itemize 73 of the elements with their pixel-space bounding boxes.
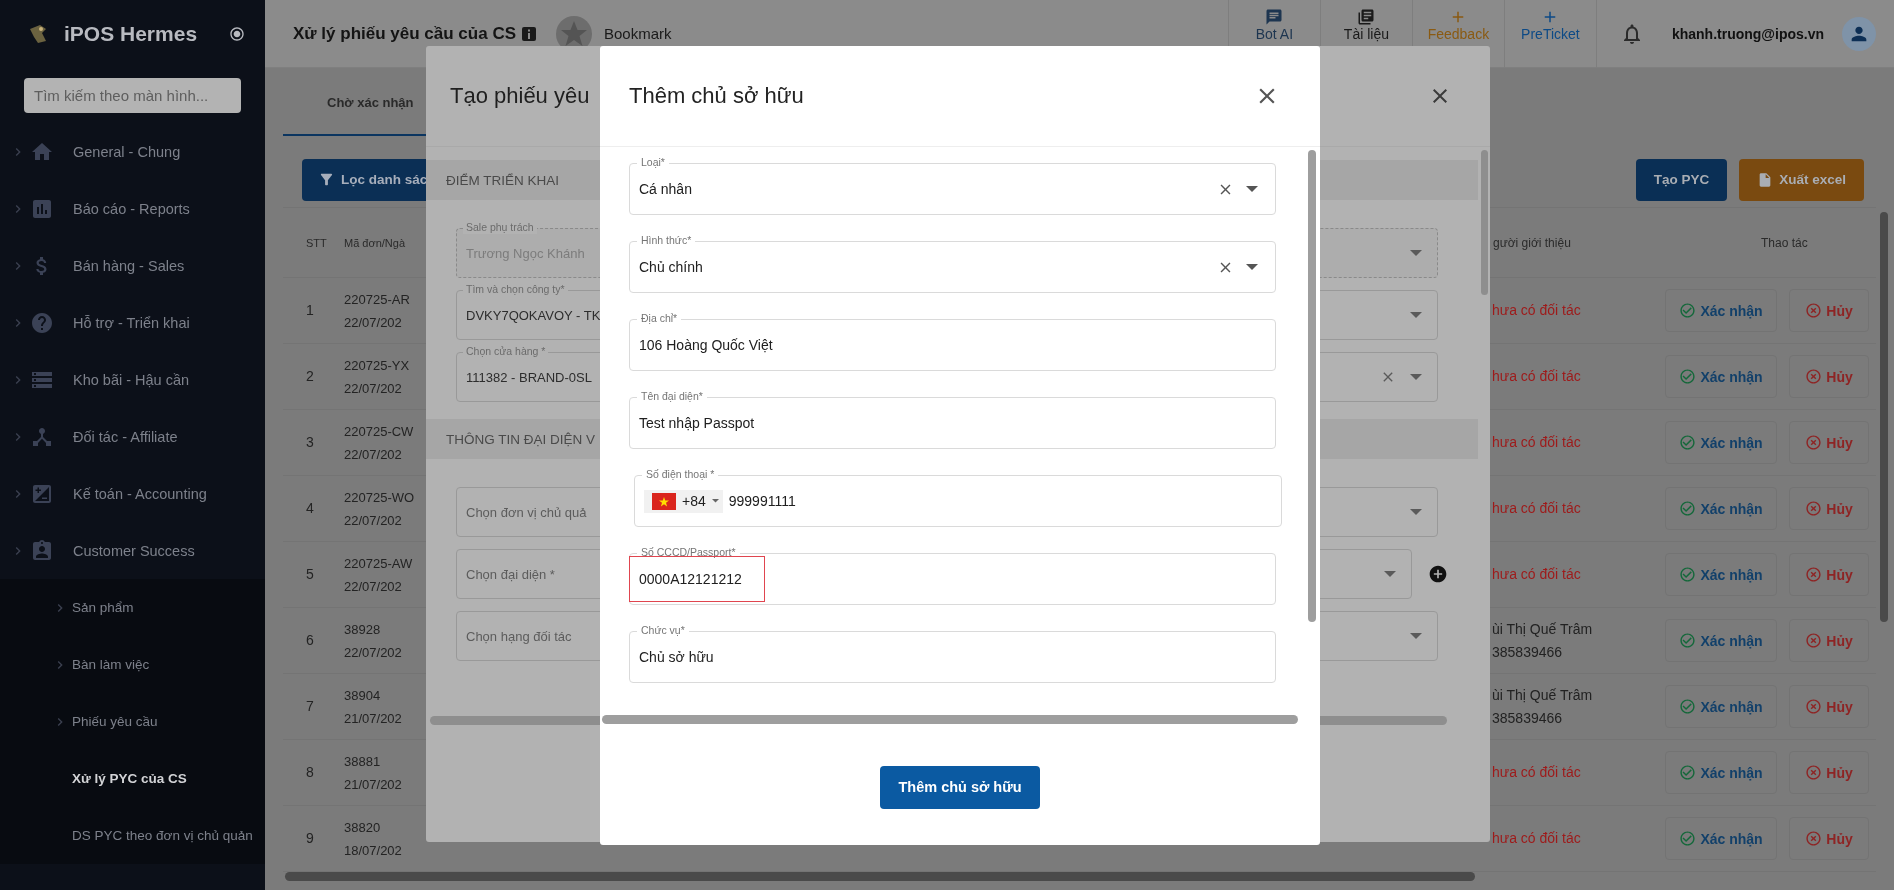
sidebar-label: Hỗ trợ - Triển khai xyxy=(73,314,190,331)
table-cell-text: hưa có đối tác xyxy=(1492,499,1582,518)
table-cell-text: 5 xyxy=(305,565,315,584)
sidebar-label: Kho bãi - Hậu cần xyxy=(73,371,190,388)
table-cell-text: 8 xyxy=(305,763,315,782)
table-cell-text: hưa có đối tác xyxy=(1492,367,1582,386)
field-label: Số điện thoại * xyxy=(642,468,719,481)
sidebar-label: Bán hàng - Sales xyxy=(73,257,185,274)
table-cell-text: 22/07/202 xyxy=(344,379,403,398)
dial-code: +84 xyxy=(682,493,706,509)
field-value: 0000A12121212 xyxy=(629,556,765,602)
sidebar-label: Báo cáo - Reports xyxy=(73,200,190,217)
column-header: Mã đơn/Ngà xyxy=(344,236,407,249)
table-cell-text: 21/07/202 xyxy=(344,709,403,728)
table-cell-text: hưa có đối tác xyxy=(1492,829,1582,848)
field-value: 111382 - BRAND-0SL xyxy=(466,369,592,385)
table-cell-text: 3 xyxy=(305,433,315,452)
table-cell-text: ùi Thị Quế Trâm xyxy=(1492,619,1594,639)
table-cell-text: 21/07/202 xyxy=(344,775,403,794)
table-cell-text: 220725-YX xyxy=(344,356,410,375)
field-label: Địa chỉ* xyxy=(637,312,682,325)
brand-name: iPOS Hermes xyxy=(64,22,199,46)
field-value: 106 Hoàng Quốc Việt xyxy=(639,337,773,353)
table-cell-text: 38881 xyxy=(344,752,382,771)
table-cell-text: 385839466 xyxy=(1492,708,1564,728)
field-label: Chọn cửa hàng * xyxy=(463,345,549,358)
table-cell-text: 38928 xyxy=(344,620,382,639)
field-label: Tên đại diện* xyxy=(637,390,707,403)
table-cell-text: hưa có đối tác xyxy=(1492,301,1582,320)
table-cell-text: 220725-AR xyxy=(344,290,410,309)
column-header: Thao tác xyxy=(1760,235,1809,250)
table-cell-text: 2 xyxy=(305,367,315,386)
field-value: Chủ sở hữu xyxy=(639,649,714,665)
field-placeholder: Chọn hạng đối tác xyxy=(466,628,572,644)
field-value: DVKY7QOKAVOY - TK xyxy=(466,307,601,323)
table-cell-text: 220725-AW xyxy=(344,554,410,573)
table-cell-text: 22/07/202 xyxy=(344,511,403,530)
sidebar-label: General - Chung xyxy=(73,143,181,160)
table-cell-text: 22/07/202 xyxy=(344,313,403,332)
sidebar-label: Customer Success xyxy=(73,542,195,559)
page-title: Xử lý phiếu yêu cầu của CS xyxy=(293,23,516,44)
field-placeholder: Chọn đơn vị chủ quả xyxy=(466,504,587,520)
field-value: 999991111 xyxy=(728,493,796,509)
field-label: Loại* xyxy=(637,156,669,169)
table-cell-text: 1 xyxy=(305,301,315,320)
user-email: khanh.truong@ipos.vn xyxy=(1671,25,1824,42)
table-cell-text: 18/07/202 xyxy=(344,841,403,860)
table-cell-text: 4 xyxy=(305,499,315,518)
field-placeholder: Chọn đại diện * xyxy=(466,566,555,582)
table-cell-text: hưa có đối tác xyxy=(1492,763,1582,782)
table-cell-text: hưa có đối tác xyxy=(1492,565,1582,584)
field-value: Cá nhân xyxy=(639,181,692,197)
table-cell-text: 22/07/202 xyxy=(344,643,403,662)
field-label: Tìm và chọn công ty* xyxy=(463,283,568,296)
table-cell-text: ùi Thị Quế Trâm xyxy=(1492,685,1594,705)
table-cell-text: 385839466 xyxy=(1492,642,1564,662)
table-cell-text: hưa có đối tác xyxy=(1492,433,1582,452)
sidebar-label: Đối tác - Affiliate xyxy=(73,428,178,445)
field-value: Chủ chính xyxy=(639,259,703,275)
table-cell-text: 9 xyxy=(305,829,315,848)
table-cell-text: 22/07/202 xyxy=(344,445,403,464)
field-label: Hình thức* xyxy=(637,234,696,247)
field-label: Sale phụ trách xyxy=(463,221,537,234)
column-header: gười giới thiệu xyxy=(1492,235,1572,250)
column-header: STT xyxy=(305,236,328,249)
table-cell-text: 7 xyxy=(305,697,315,716)
table-cell-text: 6 xyxy=(305,631,315,650)
field-label: Chức vụ* xyxy=(637,624,689,637)
dialog-title: Thêm chủ sở hữu xyxy=(629,83,804,109)
sidebar-label: Kế toán - Accounting xyxy=(73,485,207,502)
table-cell-text: 38904 xyxy=(344,686,382,705)
table-cell-text: 22/07/202 xyxy=(344,577,403,596)
table-cell-text: 38820 xyxy=(344,818,382,837)
